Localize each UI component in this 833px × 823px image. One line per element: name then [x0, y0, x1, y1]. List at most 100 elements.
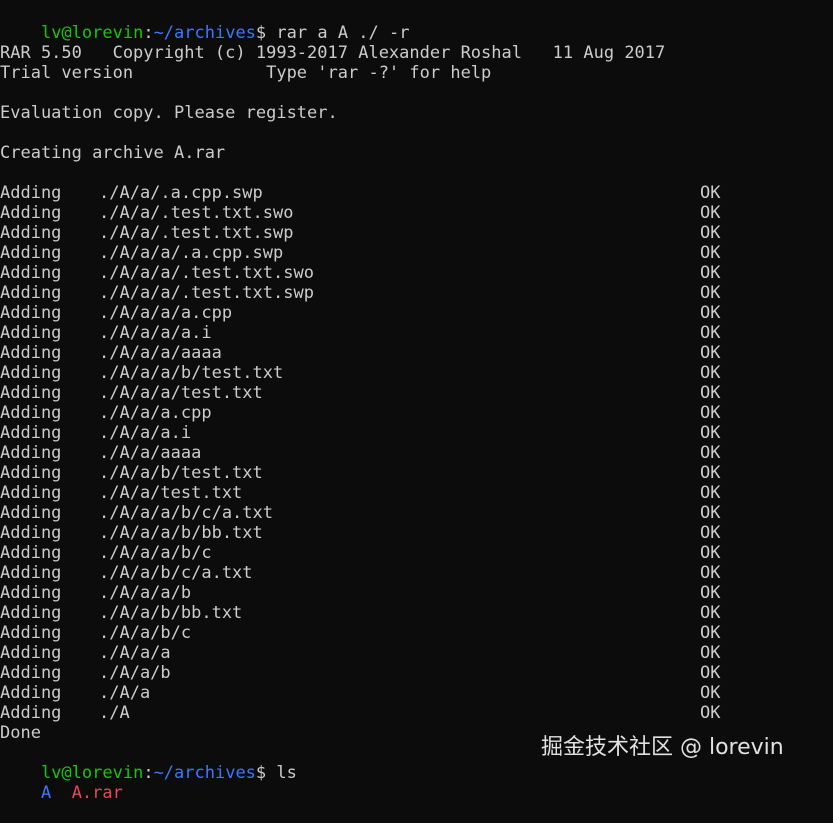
adding-action: Adding — [0, 463, 62, 483]
adding-path: ./A/a/a/b/test.txt — [99, 363, 284, 383]
adding-row: Adding ./A/a/.test.txt.swo OK — [0, 203, 833, 223]
adding-row: Adding ./A/a/a/b/c OK — [0, 543, 833, 563]
adding-row: Adding ./A/a OK — [0, 683, 833, 703]
prompt-user-host: lv@lorevin — [40, 23, 144, 43]
adding-action: Adding — [0, 523, 62, 543]
adding-path: ./A/a/b/c/a.txt — [99, 563, 253, 583]
adding-action: Adding — [0, 403, 62, 423]
adding-status: OK — [700, 243, 721, 263]
ls-directory-entry[interactable]: A — [41, 783, 51, 803]
adding-action: Adding — [0, 383, 62, 403]
adding-action: Adding — [0, 503, 62, 523]
adding-action: Adding — [0, 363, 62, 383]
prompt-path: ~/archives — [153, 763, 256, 783]
adding-path: ./A/a/.test.txt.swp — [99, 223, 294, 243]
adding-status: OK — [700, 623, 721, 643]
adding-status: OK — [700, 703, 721, 723]
adding-row: Adding ./A/a/b OK — [0, 663, 833, 683]
adding-status: OK — [700, 263, 721, 283]
adding-path: ./A/a/test.txt — [99, 483, 243, 503]
adding-action: Adding — [0, 223, 62, 243]
adding-path: ./A/a/a/test.txt — [99, 383, 263, 403]
adding-path: ./A/a/aaaa — [99, 443, 202, 463]
adding-action: Adding — [0, 343, 62, 363]
adding-action: Adding — [0, 623, 62, 643]
adding-status: OK — [700, 423, 721, 443]
adding-status: OK — [700, 323, 721, 343]
adding-status: OK — [700, 223, 721, 243]
adding-status: OK — [700, 203, 721, 223]
adding-row: Adding ./A/a/a.cpp OK — [0, 403, 833, 423]
adding-action: Adding — [0, 483, 62, 503]
adding-path: ./A/a/a/b — [99, 583, 192, 603]
command-text: ls — [276, 763, 297, 783]
watermark-text: 掘金技术社区 @ lorevin — [541, 735, 784, 760]
adding-status: OK — [700, 583, 721, 603]
adding-action: Adding — [0, 683, 62, 703]
adding-path: ./A — [99, 703, 130, 723]
adding-status: OK — [700, 183, 721, 203]
adding-action: Adding — [0, 563, 62, 583]
adding-status: OK — [700, 563, 721, 583]
adding-action: Adding — [0, 643, 62, 663]
adding-path: ./A/a/a/b/bb.txt — [99, 523, 263, 543]
adding-status: OK — [700, 643, 721, 663]
adding-action: Adding — [0, 323, 62, 343]
adding-action: Adding — [0, 303, 62, 323]
adding-status: OK — [700, 283, 721, 303]
adding-status: OK — [700, 543, 721, 563]
adding-row: Adding ./A/a/b/c/a.txt OK — [0, 563, 833, 583]
adding-status: OK — [700, 343, 721, 363]
adding-path: ./A/a/a/aaaa — [99, 343, 222, 363]
adding-action: Adding — [0, 283, 62, 303]
adding-row: Adding ./A/a/a/a.cpp OK — [0, 303, 833, 323]
trial-version-line: Trial version Type 'rar -?' for help — [0, 63, 492, 83]
adding-row: Adding ./A/a/a OK — [0, 643, 833, 663]
adding-row: Adding ./A/a/.a.cpp.swp OK — [0, 183, 833, 203]
adding-path: ./A/a/.a.cpp.swp — [99, 183, 263, 203]
adding-status: OK — [700, 503, 721, 523]
rar-version-line: RAR 5.50 Copyright (c) 1993-2017 Alexand… — [0, 43, 666, 63]
adding-path: ./A/a/a/.test.txt.swo — [99, 263, 314, 283]
adding-path: ./A/a/a — [99, 643, 171, 663]
adding-status: OK — [700, 383, 721, 403]
adding-action: Adding — [0, 243, 62, 263]
adding-path: ./A/a/.test.txt.swo — [99, 203, 294, 223]
ls-output-line: A A.rar — [0, 763, 123, 803]
done-line: Done — [0, 723, 41, 743]
adding-row: Adding ./A/a/a/b/c/a.txt OK — [0, 503, 833, 523]
prompt-dollar: $ — [255, 23, 267, 43]
adding-row: Adding ./A/a/a/a.i OK — [0, 323, 833, 343]
prompt-dollar: $ — [255, 763, 267, 783]
adding-path: ./A/a/a.cpp — [99, 403, 212, 423]
adding-action: Adding — [0, 543, 62, 563]
terminal-window[interactable]: lv@lorevin:~/archives$ rar a A ./ -r RAR… — [0, 0, 833, 803]
command-text: rar a A ./ -r — [276, 23, 410, 43]
adding-status: OK — [700, 603, 721, 623]
adding-action: Adding — [0, 443, 62, 463]
adding-action: Adding — [0, 203, 62, 223]
prompt-line-1: lv@lorevin:~/archives$ rar a A ./ -r — [0, 3, 410, 43]
adding-status: OK — [700, 683, 721, 703]
adding-row: Adding ./A/a/a/b OK — [0, 583, 833, 603]
adding-status: OK — [700, 663, 721, 683]
prompt-colon: : — [143, 763, 154, 783]
adding-row: Adding ./A/a/a/.test.txt.swp OK — [0, 283, 833, 303]
adding-status: OK — [700, 363, 721, 383]
ls-archive-entry[interactable]: A.rar — [72, 783, 123, 803]
adding-path: ./A/a/a.i — [99, 423, 192, 443]
adding-row: Adding ./A/a/a/b/bb.txt OK — [0, 523, 833, 543]
adding-action: Adding — [0, 663, 62, 683]
adding-status: OK — [700, 443, 721, 463]
adding-row: Adding ./A/a/test.txt OK — [0, 483, 833, 503]
adding-path: ./A/a/a/.test.txt.swp — [99, 283, 314, 303]
adding-path: ./A/a/b/c — [99, 623, 192, 643]
adding-status: OK — [700, 303, 721, 323]
adding-action: Adding — [0, 583, 62, 603]
prompt-colon: : — [143, 23, 154, 43]
adding-path: ./A/a/a/b/c — [99, 543, 212, 563]
adding-action: Adding — [0, 703, 62, 723]
adding-path: ./A/a/b/test.txt — [99, 463, 263, 483]
adding-row: Adding ./A/a/b/bb.txt OK — [0, 603, 833, 623]
adding-row: Adding ./A/a/a/b/test.txt OK — [0, 363, 833, 383]
